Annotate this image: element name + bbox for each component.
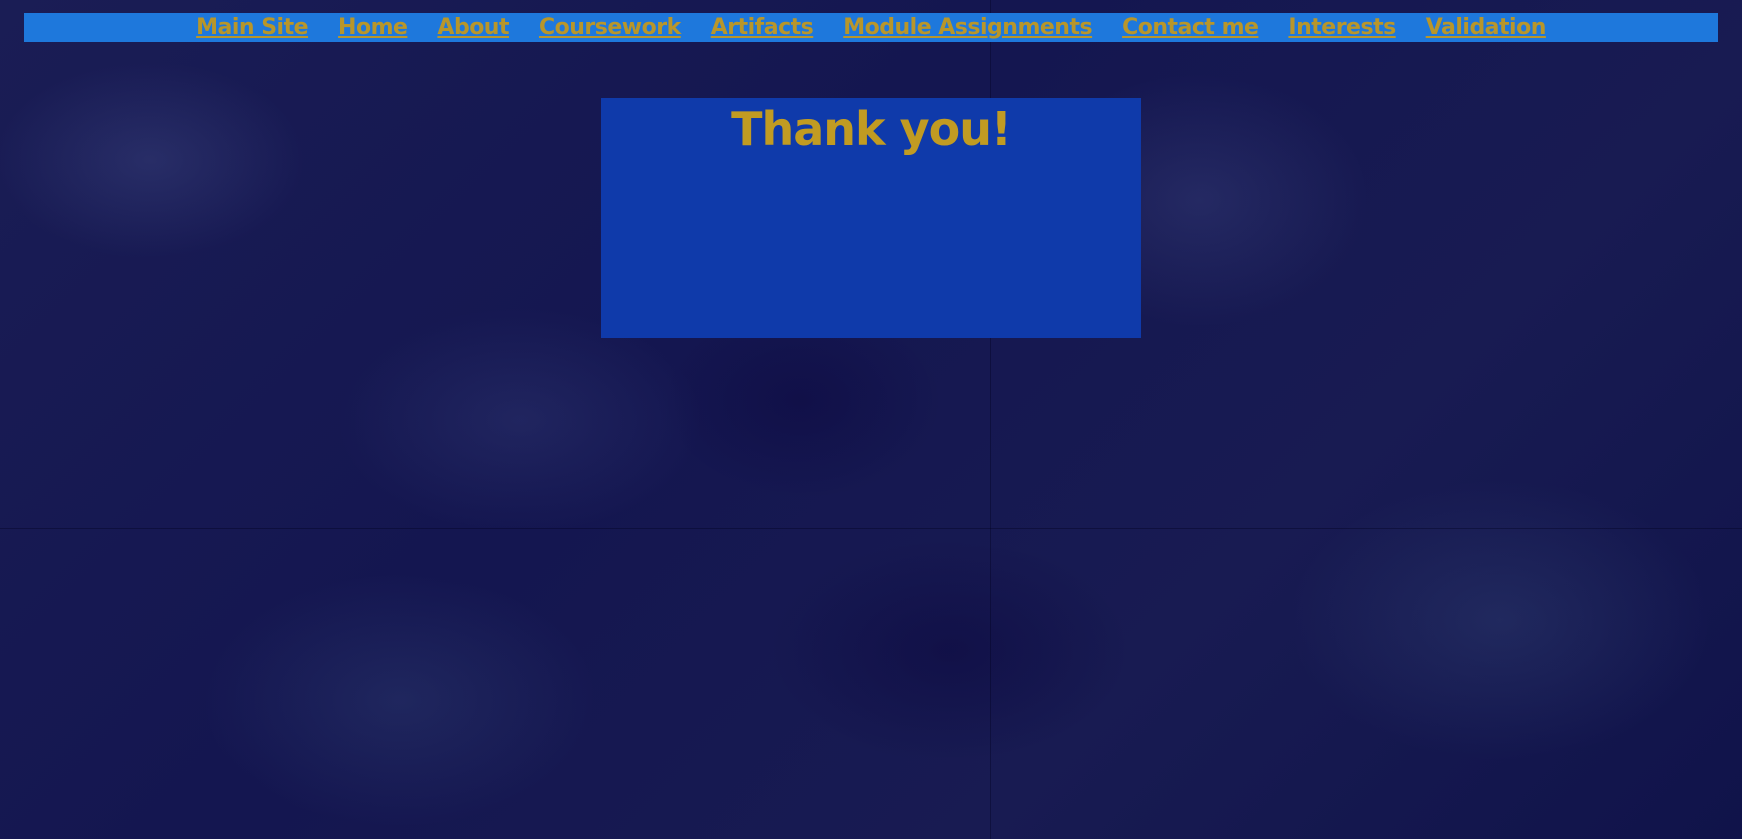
nav-link-home[interactable]: Home [338, 15, 408, 40]
nav-link-artifacts[interactable]: Artifacts [711, 15, 814, 40]
nav-link-interests[interactable]: Interests [1288, 15, 1396, 40]
nav-link-contact-me[interactable]: Contact me [1122, 15, 1259, 40]
nav-link-validation[interactable]: Validation [1426, 15, 1547, 40]
thank-you-card: Thank you! [601, 98, 1141, 338]
background-seam-horizontal [0, 528, 1742, 529]
top-navbar: Main Site Home About Coursework Artifact… [24, 13, 1718, 42]
nav-link-main-site[interactable]: Main Site [196, 15, 308, 40]
nav-link-module-assignments[interactable]: Module Assignments [843, 15, 1092, 40]
nav-link-about[interactable]: About [437, 15, 509, 40]
nav-link-coursework[interactable]: Coursework [539, 15, 681, 40]
page-title: Thank you! [731, 102, 1012, 156]
